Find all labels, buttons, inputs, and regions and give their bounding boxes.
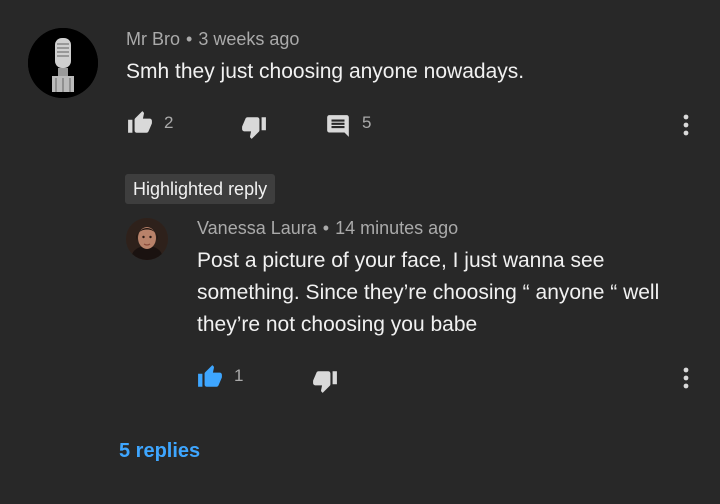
reply-button[interactable]	[325, 113, 351, 139]
reply-like-button[interactable]	[196, 364, 224, 390]
comment-icon	[327, 115, 349, 137]
like-count: 2	[164, 113, 174, 132]
reply-menu-button[interactable]	[674, 365, 698, 391]
microphone-avatar-icon	[28, 28, 98, 98]
reply-like-count: 1	[234, 366, 244, 385]
reply-count: 5	[362, 113, 372, 132]
reply-meta: Vanessa Laura • 14 minutes ago	[197, 218, 458, 239]
view-replies-link[interactable]: 5 replies	[119, 440, 200, 463]
reply-text-line-2: something. Since they’re choosing “ anyo…	[197, 281, 660, 304]
thumbs-down-icon	[242, 117, 266, 139]
thumbs-down-icon	[313, 371, 337, 393]
profile-photo-icon	[126, 218, 168, 260]
avatar-vanessa-laura[interactable]	[126, 218, 168, 260]
reply-time: 14 minutes ago	[335, 218, 459, 238]
dislike-button[interactable]	[240, 114, 268, 140]
comment-time: 3 weeks ago	[198, 29, 300, 49]
comment-author[interactable]: Mr Bro	[126, 29, 180, 49]
comment-menu-button[interactable]	[674, 112, 698, 138]
more-vert-icon	[683, 367, 689, 389]
thumbs-up-icon	[198, 365, 222, 387]
highlighted-reply-badge: Highlighted reply	[125, 174, 276, 204]
reply-text-line-3: they’re not choosing you babe	[197, 313, 478, 336]
reply-text-line-1: Post a picture of your face, I just wann…	[197, 249, 605, 272]
comment-text: Smh they just choosing anyone nowadays.	[126, 60, 525, 83]
comment-meta: Mr Bro • 3 weeks ago	[126, 29, 299, 50]
meta-separator: •	[322, 218, 330, 238]
meta-separator: •	[186, 29, 193, 49]
thumbs-up-icon	[128, 111, 152, 133]
like-button[interactable]	[126, 110, 154, 136]
reply-dislike-button[interactable]	[311, 368, 339, 394]
more-vert-icon	[683, 114, 689, 136]
avatar-mr-bro[interactable]	[28, 28, 98, 98]
reply-author[interactable]: Vanessa Laura	[197, 218, 317, 238]
